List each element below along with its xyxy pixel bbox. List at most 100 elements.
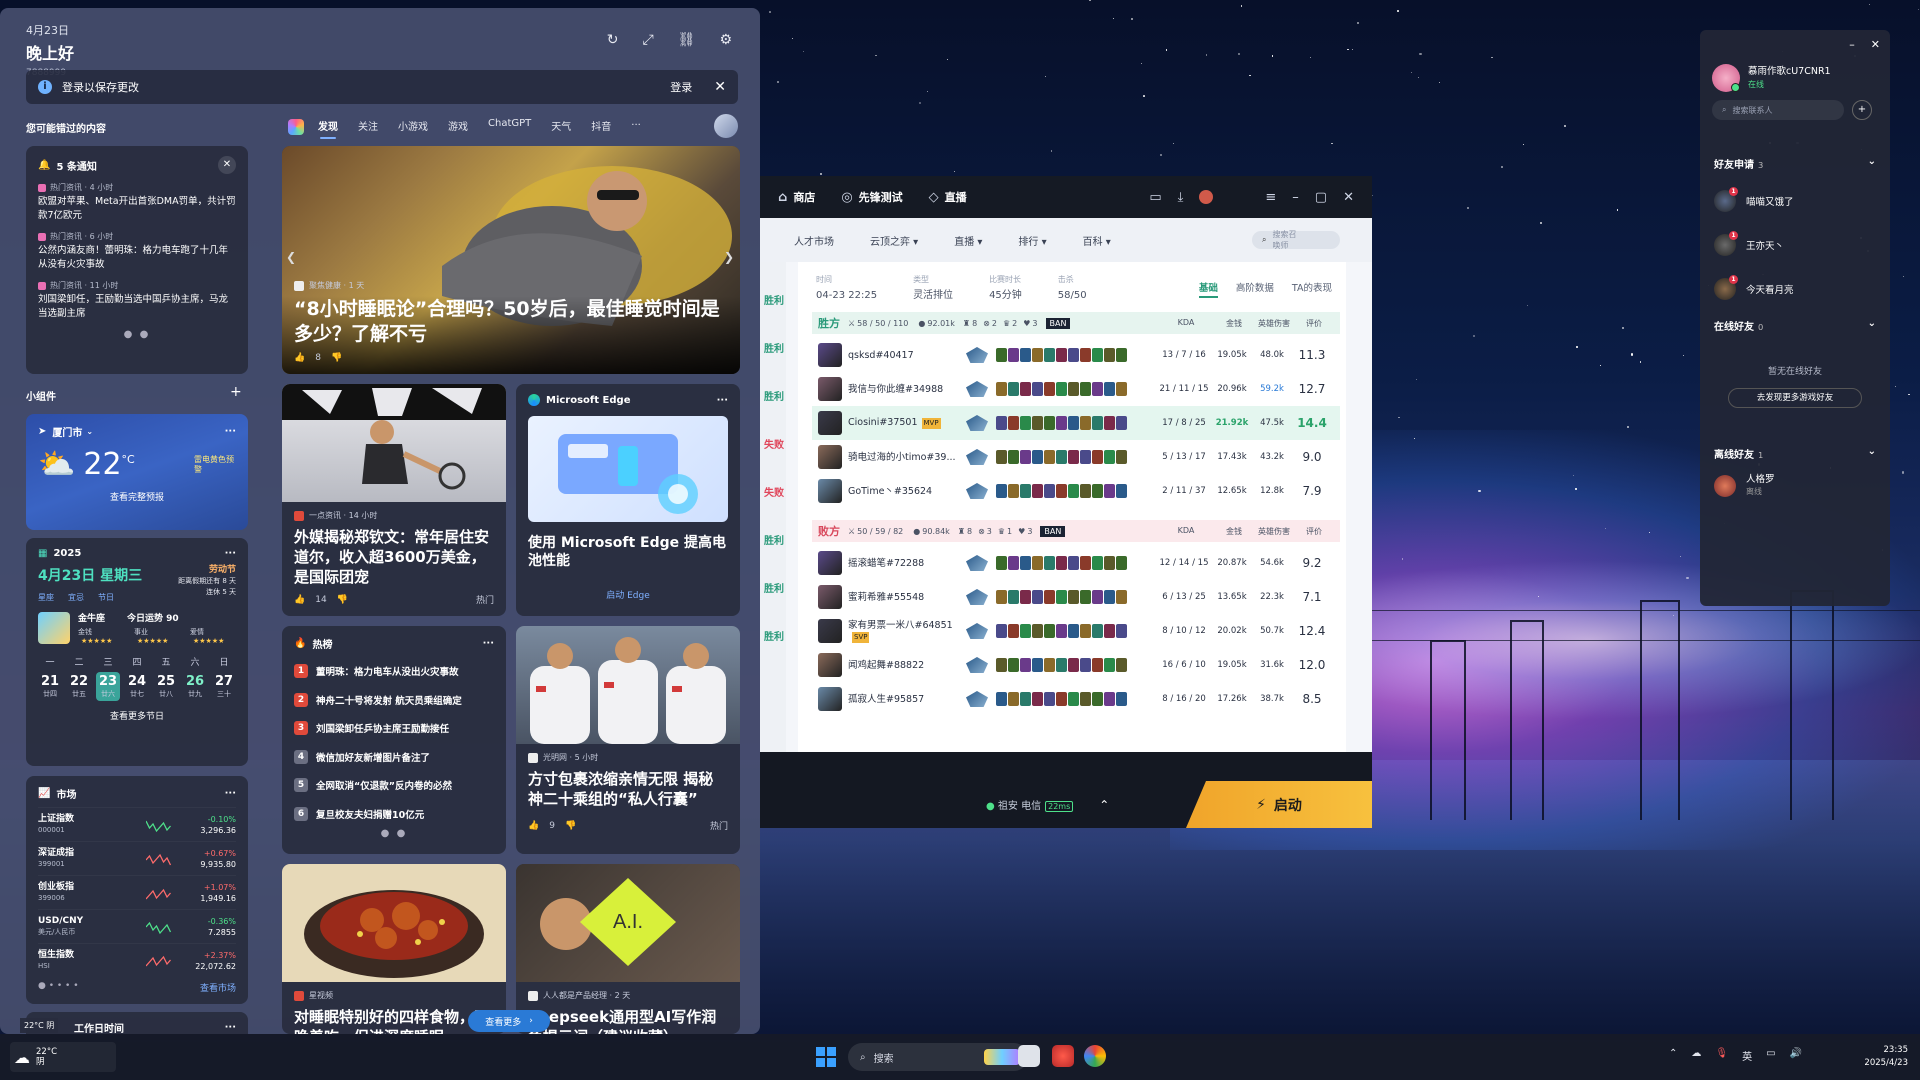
add-widget-icon[interactable]: + (230, 384, 242, 400)
calendar-day[interactable]: 21 廿四 (38, 672, 62, 701)
dislike-icon[interactable]: 👎 (565, 821, 576, 831)
mic-icon[interactable]: 🎙 (1715, 1048, 1728, 1063)
subnav-item[interactable]: 人才市场 (794, 233, 834, 248)
weather-card[interactable]: ➤ 厦门市 ⌄ ··· ⛅ 22 °C 雷电黄色预警 查看完整预报 (26, 414, 248, 530)
more-icon[interactable]: ··· (225, 548, 236, 559)
news-card[interactable]: 星视频 对睡眠特别好的四样食物，天晚着吃，促进深度睡眠，一 (282, 864, 506, 1034)
notification-item[interactable]: 热门资讯 · 6 小时 公然内涵友商！蕾明珠：格力电车跑了十几年 从没有火灾事故 (38, 231, 236, 272)
expand-icon[interactable]: ⤢ (642, 32, 653, 48)
subnav-item[interactable]: 直播 ▾ (954, 233, 982, 248)
tab-3[interactable]: 游戏 (448, 118, 468, 137)
chevron-down-icon[interactable]: ⌄ (86, 427, 93, 436)
taskbar-weather[interactable]: ☁ 22°C 阴 (10, 1042, 116, 1072)
market-row[interactable]: 上证指数 000001 -0.10% 3,296.36 (38, 807, 236, 841)
discover-friends-button[interactable]: 去发现更多游戏好友 (1728, 388, 1862, 408)
market-row[interactable]: 恒生指数 HSI +2.37% 22,072.62 (38, 943, 236, 977)
more-icon[interactable]: ··· (225, 1022, 236, 1033)
more-holidays-button[interactable]: 查看更多节日 (38, 709, 236, 722)
notification-item[interactable]: 热门资讯 · 11 小时 刘国梁卸任，王励勤当选中国乒协主席，马龙当选副主席 (38, 280, 236, 321)
calendar-day[interactable]: 22 廿五 (67, 672, 91, 701)
hotlist-item[interactable]: 3 刘国梁卸任乒协主席王励勤接任 (294, 714, 494, 743)
cloud-sync-icon[interactable]: ☁ (1691, 1048, 1701, 1063)
client-nav-2[interactable]: ◇ 直播 (929, 189, 967, 205)
close-icon[interactable]: ✕ (714, 79, 726, 95)
more-icon[interactable]: ··· (225, 426, 236, 437)
dislike-icon[interactable]: 👎 (331, 353, 342, 363)
close-icon[interactable]: ✕ (1343, 190, 1354, 205)
market-row[interactable]: 深证成指 399001 +0.67% 9,935.80 (38, 841, 236, 875)
more-tabs-button[interactable]: ··· (631, 120, 641, 135)
close-icon[interactable]: ✕ (218, 156, 236, 174)
tab-0[interactable]: 发现 (318, 118, 338, 139)
client-nav-0[interactable]: ⌂ 商店 (778, 189, 815, 205)
market-link[interactable]: 查看市场 (200, 981, 236, 994)
close-icon[interactable]: ✕ (1871, 38, 1880, 51)
match-result[interactable]: 失败 (764, 484, 784, 499)
taskbar-search[interactable]: ⌕ 搜索 (848, 1043, 1028, 1071)
launch-button[interactable]: ⚡ 启动 (1186, 781, 1372, 828)
avatar[interactable] (714, 114, 738, 138)
calendar-link[interactable]: 宜忌 (68, 592, 84, 603)
chevron-left-icon[interactable]: ❮ (286, 250, 296, 264)
player-row[interactable]: GoTime丶#35624 2 / 11 / 37 12.65k 12.8k 7.9 (812, 474, 1340, 508)
forecast-button[interactable]: 查看完整预报 (38, 490, 236, 503)
subnav-item[interactable]: 排行 ▾ (1018, 233, 1046, 248)
player-row[interactable]: Ciosini#37501 MVP 17 / 8 / 25 21.92k 47.5k 14… (812, 406, 1340, 440)
task-view-icon[interactable] (1018, 1045, 1040, 1067)
dislike-icon[interactable]: 👎 (337, 595, 348, 605)
tab-5[interactable]: 天气 (551, 118, 571, 137)
calendar-day[interactable]: 24 廿七 (125, 672, 149, 701)
news-title[interactable]: deepseek通用型AI写作润色提示词（建议收藏） (528, 1007, 728, 1034)
like-icon[interactable]: 👍 (294, 353, 305, 363)
minimize-icon[interactable]: – (1849, 38, 1855, 51)
weather-alert[interactable]: 雷电黄色预警 (194, 455, 236, 475)
match-result[interactable]: 胜利 (764, 340, 784, 355)
requests-section[interactable]: 好友申请 3 ⌄ (1700, 156, 1890, 171)
news-card[interactable]: 一点资讯 · 14 小时 外媒揭秘郑钦文：常年居住安道尔，收入超3600万美金，… (282, 384, 506, 616)
market-card[interactable]: 📈 市场 ··· 上证指数 000001 -0.10% 3,296.36 深证成指 39900… (26, 776, 248, 1004)
more-icon[interactable]: ··· (483, 638, 494, 649)
notifications-card[interactable]: 🔔 5 条通知 ✕ 热门资讯 · 4 小时 欧盟对苹果、Meta开出首张DMA罚单，共… (26, 146, 248, 374)
tab-6[interactable]: 抖音 (591, 118, 611, 137)
hotlist-item[interactable]: 1 董明珠：格力电车从没出火灾事故 (294, 657, 494, 686)
chevron-right-icon[interactable]: ❯ (724, 250, 734, 264)
player-row[interactable]: 家有男票一米八#64851SVP 8 / 10 / 12 20.02k 50.7k 12… (812, 614, 1340, 648)
download-icon[interactable]: ⤓ (1178, 190, 1184, 205)
news-card[interactable]: A.I. 人人都是产品经理 · 2 天 deepseek通用型AI写作润色提示词… (516, 864, 740, 1034)
more-icon[interactable]: ··· (717, 395, 728, 406)
hotlist-item[interactable]: 5 全网取消“仅退款”反内卷的必然 (294, 771, 494, 800)
minimize-icon[interactable]: – (1292, 190, 1299, 205)
launch-edge-button[interactable]: 启动 Edge (528, 588, 728, 601)
tab-2[interactable]: 小游戏 (398, 118, 428, 137)
like-icon[interactable]: 👍 (294, 595, 305, 605)
copilot-icon[interactable] (288, 119, 304, 135)
subnav-item[interactable]: 百科 ▾ (1083, 233, 1111, 248)
tab-0[interactable]: 基础 (1198, 280, 1218, 298)
market-row[interactable]: USD/CNY 美元/人民币 -0.36% 7.2855 (38, 909, 236, 943)
player-row[interactable]: qsksd#40417 13 / 7 / 16 19.05k 48.0k 11.3 (812, 338, 1340, 372)
online-section[interactable]: 在线好友 0 ⌄ (1700, 318, 1890, 333)
profile-avatar[interactable] (1199, 189, 1214, 204)
notification-item[interactable]: 热门资讯 · 4 小时 欧盟对苹果、Meta开出首张DMA罚单，共计罚款7亿欧元 (38, 182, 236, 223)
summoner-search-input[interactable]: ⌕ 搜索召唤师 (1252, 230, 1340, 250)
chevron-down-icon[interactable]: ⌄ (1868, 446, 1876, 461)
match-result[interactable]: 胜利 (764, 292, 784, 307)
calendar-card[interactable]: ▦ 2025 ··· 4月23日 星期三 劳动节 距离假期还有 8 天 连休 5 天… (26, 538, 248, 766)
friend-search-input[interactable]: ⌕ 搜索联系人 (1712, 100, 1844, 120)
news-title[interactable]: 方寸包裹浓缩亲情无限 揭秘神二十乘组的“私人行囊” (528, 769, 728, 809)
match-result[interactable]: 胜利 (764, 628, 784, 643)
calendar-day[interactable]: 27 三十 (212, 672, 236, 701)
match-result[interactable]: 胜利 (764, 388, 784, 403)
calendar-day[interactable]: 26 廿九 (183, 672, 207, 701)
refresh-icon[interactable]: ↻ (607, 32, 619, 48)
calendar-day[interactable]: 25 廿八 (154, 672, 178, 701)
game-app-icon[interactable] (1052, 1045, 1074, 1067)
match-result[interactable]: 失败 (764, 436, 784, 451)
more-icon[interactable]: ··· (225, 788, 236, 799)
hotlist-item[interactable]: 4 微信加好友新增图片备注了 (294, 743, 494, 772)
hotlist-card[interactable]: 🔥 热榜 ··· 1 董明珠：格力电车从没出火灾事故 2 神舟二十号将发射 航天员乘组确定… (282, 626, 506, 854)
chrome-icon[interactable] (1084, 1045, 1106, 1067)
maximize-icon[interactable]: ▢ (1315, 190, 1327, 205)
chevron-up-icon[interactable]: ⌃ (1099, 798, 1109, 812)
match-result[interactable]: 胜利 (764, 580, 784, 595)
